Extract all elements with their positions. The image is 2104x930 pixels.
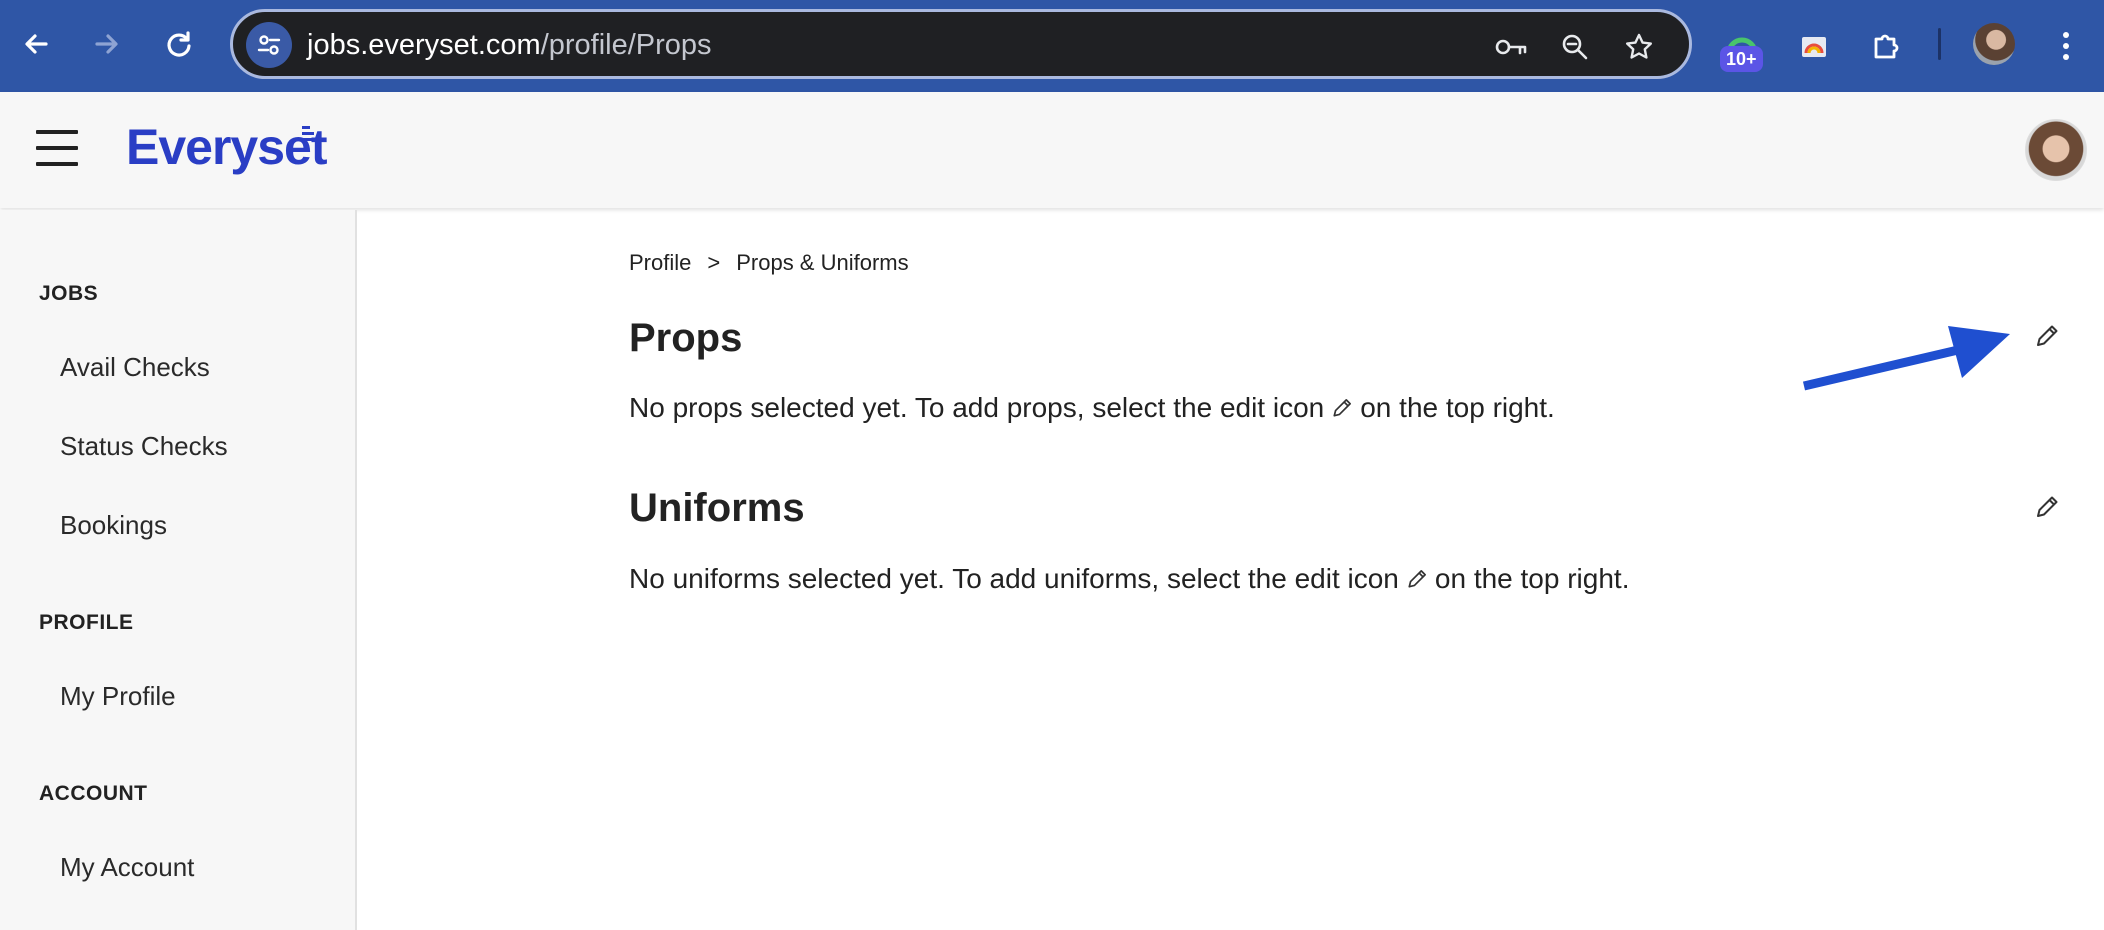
uniforms-empty-message: No uniforms selected yet. To add uniform… xyxy=(629,563,1629,595)
everyset-logo[interactable]: Everyset xyxy=(126,118,327,176)
props-text-after: on the top right. xyxy=(1360,392,1555,423)
star-icon[interactable] xyxy=(1621,29,1657,65)
sidebar-heading-account: ACCOUNT xyxy=(39,782,148,805)
app-header: Everyset xyxy=(0,92,2104,208)
sidebar: JOBS Avail Checks Status Checks Bookings… xyxy=(0,210,357,930)
pencil-icon xyxy=(2037,325,2058,346)
back-icon[interactable] xyxy=(14,22,58,66)
user-avatar[interactable] xyxy=(2025,119,2087,181)
zoom-icon[interactable] xyxy=(1557,29,1593,65)
props-edit-button[interactable] xyxy=(2027,316,2067,356)
uniforms-title: Uniforms xyxy=(629,486,805,530)
pencil-icon xyxy=(1328,394,1356,422)
browser-toolbar: jobs.everyset.com/profile/Props 10+ xyxy=(0,0,2104,92)
breadcrumb: Profile > Props & Uniforms xyxy=(629,250,909,276)
url-text: jobs.everyset.com/profile/Props xyxy=(307,29,712,62)
extensions-icon[interactable] xyxy=(1862,22,1910,70)
url-path: /profile/Props xyxy=(540,29,712,61)
url-host: jobs.everyset.com xyxy=(307,29,541,61)
breadcrumb-separator: > xyxy=(707,250,721,275)
reload-icon[interactable] xyxy=(157,22,201,66)
sidebar-item-my-account[interactable]: My Account xyxy=(60,852,194,883)
pencil-icon xyxy=(2037,496,2058,517)
sidebar-item-my-profile[interactable]: My Profile xyxy=(60,681,176,712)
uniforms-text-before: No uniforms selected yet. To add uniform… xyxy=(629,563,1399,594)
sidebar-item-bookings[interactable]: Bookings xyxy=(60,510,167,541)
logo-mark xyxy=(302,126,316,144)
annotation-arrow xyxy=(1802,326,2010,391)
pencil-icon xyxy=(1403,565,1431,593)
menu-icon[interactable] xyxy=(2042,22,2090,70)
toolbar-divider xyxy=(1938,28,1941,60)
breadcrumb-current: Props & Uniforms xyxy=(736,250,909,275)
sidebar-item-status-checks[interactable]: Status Checks xyxy=(60,431,228,462)
sidebar-heading-jobs: JOBS xyxy=(39,282,99,305)
site-settings-icon[interactable] xyxy=(246,22,292,68)
props-empty-message: No props selected yet. To add props, sel… xyxy=(629,392,1555,424)
hamburger-icon[interactable] xyxy=(36,130,78,166)
uniforms-text-after: on the top right. xyxy=(1434,563,1630,594)
props-title: Props xyxy=(629,316,743,360)
sidebar-heading-profile: PROFILE xyxy=(39,611,134,634)
key-icon[interactable] xyxy=(1493,29,1529,65)
browser-profile-avatar[interactable] xyxy=(1973,23,2015,65)
breadcrumb-profile[interactable]: Profile xyxy=(629,250,691,276)
extension-badge: 10+ xyxy=(1720,46,1763,72)
extension-photos-icon[interactable] xyxy=(1790,22,1838,70)
sidebar-item-avail-checks[interactable]: Avail Checks xyxy=(60,352,210,383)
props-text-before: No props selected yet. To add props, sel… xyxy=(629,392,1325,423)
address-bar[interactable]: jobs.everyset.com/profile/Props xyxy=(230,9,1692,79)
uniforms-edit-button[interactable] xyxy=(2027,487,2067,527)
forward-icon[interactable] xyxy=(85,22,129,66)
